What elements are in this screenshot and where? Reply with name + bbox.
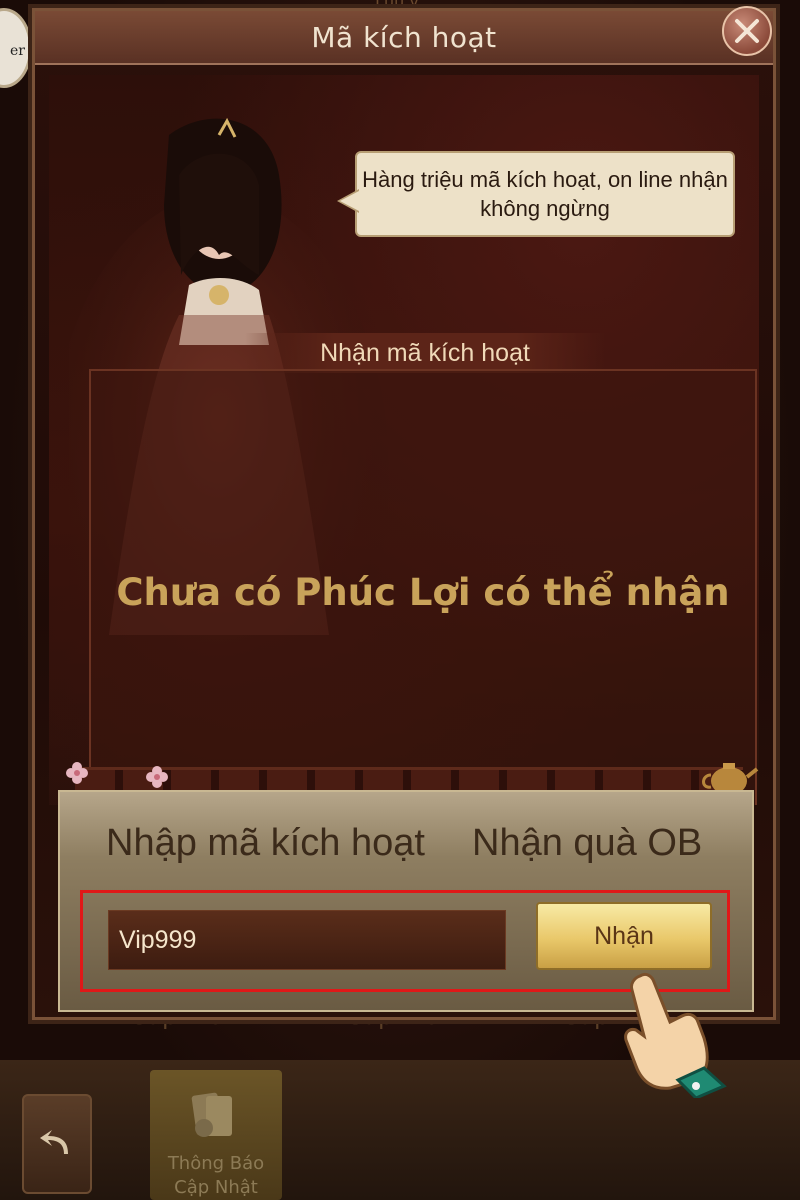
- background-tab-label: Lưu ý: [375, 0, 419, 11]
- blossom-icon: [146, 766, 168, 788]
- modal-title: Mã kích hoạt: [311, 21, 497, 54]
- blossom-icon: [66, 762, 88, 784]
- update-notice-button[interactable]: Thông Báo Cập Nhật: [150, 1070, 282, 1200]
- modal-header: Mã kích hoạt: [35, 11, 773, 65]
- tab-ob-gift[interactable]: Nhận quà OB: [472, 822, 702, 865]
- empty-reward-message: Chưa có Phúc Lợi có thể nhận: [116, 571, 730, 614]
- speech-bubble: Hàng triệu mã kích hoạt, on line nhận kh…: [337, 151, 735, 237]
- tab-enter-code[interactable]: Nhập mã kích hoạt: [106, 822, 425, 865]
- avatar-text: er: [10, 43, 25, 59]
- reward-list: Chưa có Phúc Lợi có thể nhận: [89, 369, 757, 805]
- section-label: Nhận mã kích hoạt: [245, 333, 605, 373]
- close-button[interactable]: [722, 6, 772, 56]
- close-icon: [735, 19, 759, 43]
- notice-cards-icon: [191, 1092, 232, 1137]
- activation-code-input[interactable]: Vip999: [108, 910, 506, 970]
- pointing-hand-icon: [624, 972, 727, 1098]
- claim-button[interactable]: Nhận: [536, 902, 712, 970]
- modal-content: Hàng triệu mã kích hoạt, on line nhận kh…: [49, 75, 759, 805]
- back-arrow-icon: [40, 1130, 68, 1154]
- back-button[interactable]: [22, 1094, 92, 1194]
- notice-button-label: Thông Báo Cập Nhật: [167, 1153, 265, 1198]
